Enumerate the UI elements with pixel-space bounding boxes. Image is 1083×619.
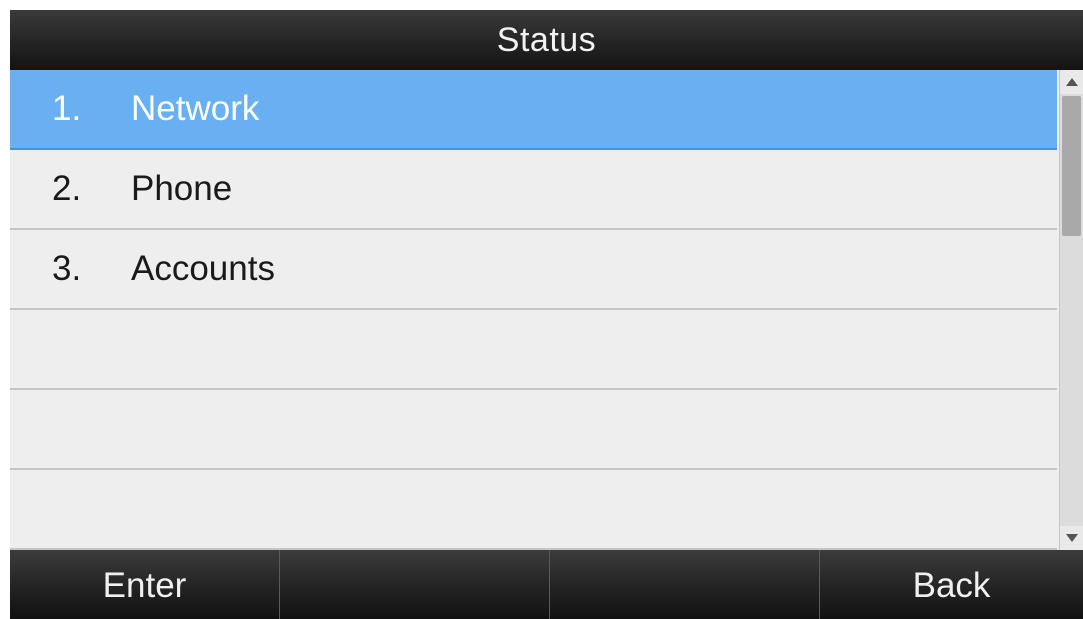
scroll-thumb[interactable] [1062,96,1081,236]
menu-item-empty [10,310,1057,390]
menu-item-label: Accounts [131,249,275,288]
menu-item-empty [10,390,1057,470]
page-title: Status [10,10,1083,70]
menu-item-label: Network [131,89,260,128]
menu-item-network[interactable]: 1. Network [10,70,1057,150]
softkey-3[interactable] [550,550,820,619]
menu-list-area: 1. Network 2. Phone 3. Accounts [10,70,1083,550]
menu-item-number: 1. [52,89,82,128]
softkey-2[interactable] [280,550,550,619]
softkey-bar: Enter Back [10,550,1083,619]
triangle-down-icon[interactable] [1060,526,1083,550]
menu-item-label: Phone [131,169,233,208]
enter-softkey[interactable]: Enter [10,550,280,619]
phone-screen: Status 1. Network 2. Phone 3. Accounts E… [10,10,1083,619]
scrollbar[interactable] [1059,70,1083,550]
menu-item-accounts[interactable]: 3. Accounts [10,230,1057,310]
menu-item-number: 2. [52,169,82,208]
back-softkey[interactable]: Back [820,550,1083,619]
menu-item-empty [10,470,1057,550]
menu-list: 1. Network 2. Phone 3. Accounts [10,70,1057,550]
menu-item-number: 3. [52,249,82,288]
triangle-up-icon[interactable] [1060,70,1083,94]
menu-item-phone[interactable]: 2. Phone [10,150,1057,230]
